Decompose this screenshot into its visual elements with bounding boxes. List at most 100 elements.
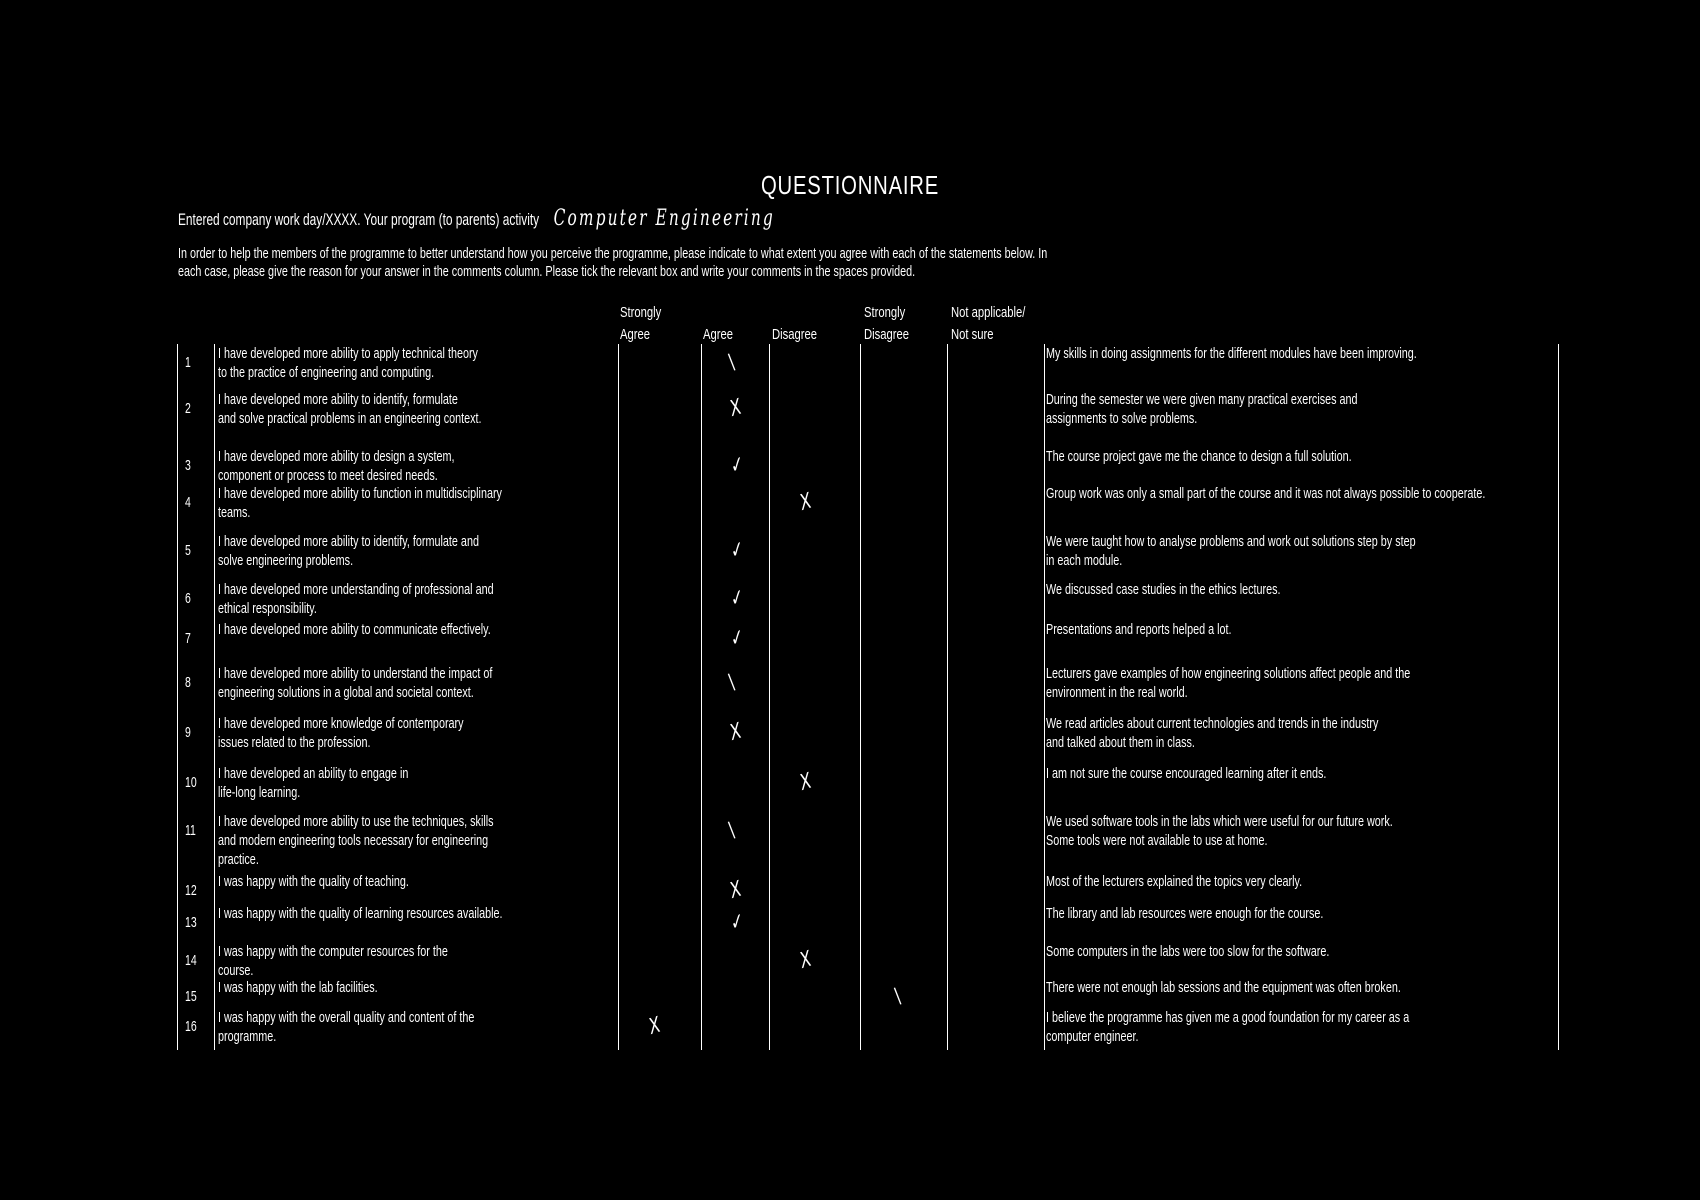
column-divider [701,344,702,1050]
response-mark: X [798,768,813,797]
statement-line: I have developed more ability to identif… [218,391,458,408]
column-header-disagree: Disagree [772,324,817,346]
response-mark: \ [727,817,737,844]
row-number: 15 [185,988,197,1005]
comment-line: assignments to solve problems. [1046,410,1198,427]
row-number: 13 [185,914,197,931]
comment-line: Some computers in the labs were too slow… [1046,943,1330,960]
comment-line: The library and lab resources were enoug… [1046,905,1324,922]
table-border-left [177,344,178,1050]
comment-line: computer engineer. [1046,1028,1139,1045]
statement-line: teams. [218,504,251,521]
statement-line: life-long learning. [218,784,301,801]
column-divider [618,344,619,1050]
column-header-not-applicable: Not applicable/ Not sure [951,302,1025,346]
response-mark: X [647,1012,662,1041]
row-number: 12 [185,882,197,899]
statement-line: ethical responsibility. [218,600,317,617]
response-mark: ✓ [729,536,746,565]
comment-line: We discussed case studies in the ethics … [1046,581,1281,598]
response-mark: \ [727,669,737,696]
handwritten-programme: Computer Engineering [553,206,775,231]
statement-line: I have developed an ability to engage in [218,765,409,782]
comment-line: We used software tools in the labs which… [1046,813,1393,830]
statement-text: I have developed more ability to underst… [218,664,585,702]
response-mark: ✓ [729,584,746,613]
statement-line: I was happy with the quality of teaching… [218,873,409,890]
comment-line: Most of the lecturers explained the topi… [1046,873,1303,890]
statement-line: practice. [218,851,259,868]
row-number: 1 [185,354,191,371]
statement-line: engineering solutions in a global and so… [218,684,474,701]
response-mark: X [728,394,743,423]
column-divider [860,344,861,1050]
statement-text: I have developed more ability to design … [218,447,585,485]
column-divider [769,344,770,1050]
comment-line: I am not sure the course encouraged lear… [1046,765,1327,782]
statement-line: programme. [218,1028,277,1045]
instructions-line: In order to help the members of the prog… [178,245,1048,262]
statement-text: I have developed an ability to engage in… [218,764,585,802]
statement-line: I have developed more ability to design … [218,448,455,465]
row-number: 16 [185,1018,197,1035]
document-title: QUESTIONNAIRE [760,170,940,200]
statement-line: I have developed more knowledge of conte… [218,715,464,732]
intro-text: Entered company work day/XXXX. Your prog… [178,210,540,229]
comment-line: Lecturers gave examples of how engineeri… [1046,665,1411,682]
statement-line: component or process to meet desired nee… [218,467,438,484]
comment-line: in each module. [1046,552,1123,569]
comment-text: Some computers in the labs were too slow… [1046,942,1536,961]
statement-text: I have developed more ability to communi… [218,620,585,639]
statement-text: I was happy with the computer resources … [218,942,585,980]
statement-text: I was happy with the overall quality and… [218,1008,585,1046]
statement-line: I have developed more ability to functio… [218,485,502,502]
response-mark: ✓ [729,908,746,937]
comment-line: Group work was only a small part of the … [1046,485,1486,502]
response-mark: \ [893,983,903,1010]
comment-line: and talked about them in class. [1046,734,1195,751]
row-number: 11 [185,822,196,839]
comment-line: During the semester we were given many p… [1046,391,1358,408]
statement-line: I was happy with the quality of learning… [218,905,503,922]
statement-line: I have developed more ability to apply t… [218,345,478,362]
statement-line: and solve practical problems in an engin… [218,410,482,427]
comment-text: We were taught how to analyse problems a… [1046,532,1536,570]
comment-text: Presentations and reports helped a lot. [1046,620,1536,639]
comment-text: The library and lab resources were enoug… [1046,904,1536,923]
row-number: 14 [185,952,197,969]
comment-line: We were taught how to analyse problems a… [1046,533,1416,550]
statement-line: I have developed more ability to underst… [218,665,493,682]
row-number: 6 [185,590,191,607]
response-mark: X [728,876,743,905]
column-header-strongly-disagree: Strongly Disagree [864,302,909,346]
row-number: 7 [185,630,191,647]
intro-line: Entered company work day/XXXX. Your prog… [178,206,775,231]
statement-line: I have developed more ability to identif… [218,533,479,550]
column-header-line: Agree [620,326,651,343]
comment-line: My skills in doing assignments for the d… [1046,345,1417,362]
comment-text: There were not enough lab sessions and t… [1046,978,1536,997]
statement-line: to the practice of engineering and compu… [218,364,435,381]
column-header-line: Strongly [864,304,906,321]
comment-line: environment in the real world. [1046,684,1188,701]
comment-text: Lecturers gave examples of how engineeri… [1046,664,1536,702]
statement-text: I have developed more knowledge of conte… [218,714,585,752]
column-divider [947,344,948,1050]
column-header-line: Disagree [864,326,910,343]
response-mark: \ [727,349,737,376]
table-border-right [1558,344,1559,1050]
statement-line: I have developed more ability to use the… [218,813,494,830]
row-number: 8 [185,674,191,691]
response-mark: ✓ [729,451,746,480]
row-number: 4 [185,494,191,511]
comment-line: The course project gave me the chance to… [1046,448,1352,465]
comment-line: We read articles about current technolog… [1046,715,1379,732]
statement-text: I have developed more ability to identif… [218,390,585,428]
column-header-agree: Agree [703,324,733,346]
statement-line: I was happy with the lab facilities. [218,979,378,996]
response-mark: ✓ [729,624,746,653]
row-number: 5 [185,542,191,559]
statement-line: I have developed more understanding of p… [218,581,494,598]
row-number: 2 [185,400,191,417]
statement-line: issues related to the profession. [218,734,371,751]
